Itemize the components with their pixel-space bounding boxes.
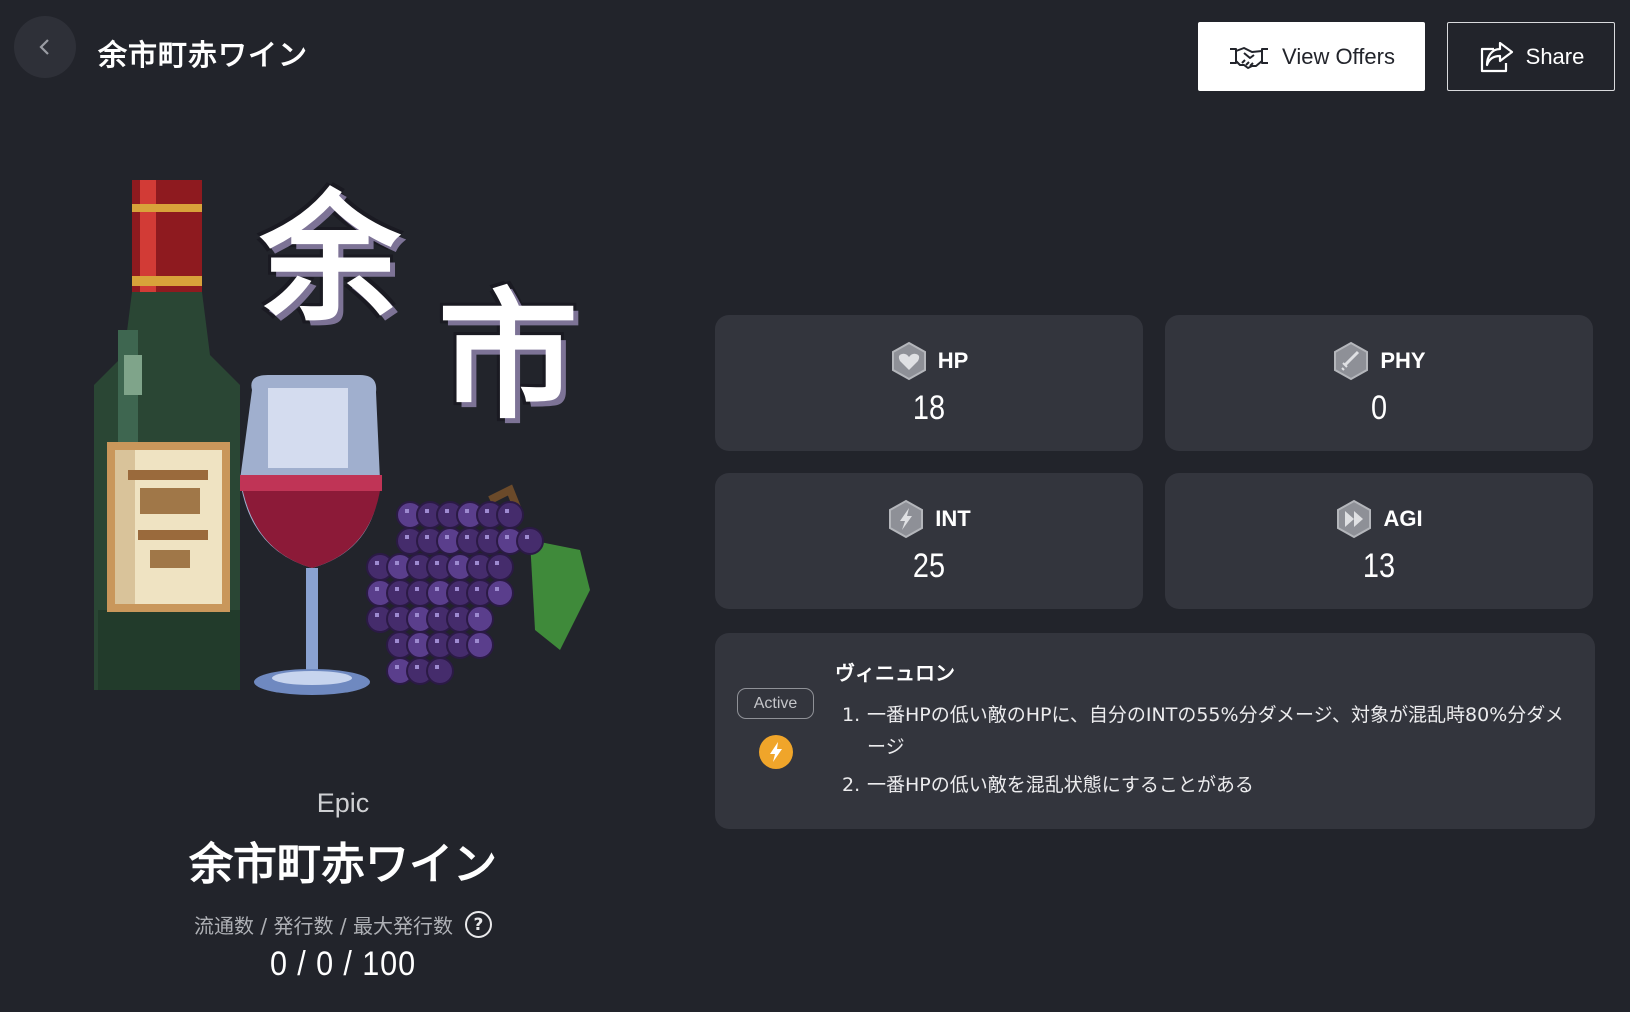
grape-highlight (435, 639, 439, 643)
grape-highlight (415, 665, 419, 669)
grape-highlight (505, 535, 509, 539)
skill-effect-number: 2. (842, 774, 861, 796)
grape-highlight (425, 509, 429, 513)
grape-highlight (435, 561, 439, 565)
skill-effect-number: 1. (842, 704, 861, 726)
art-title-char-1: 余 (260, 178, 401, 341)
grape-highlight (425, 535, 429, 539)
grape (516, 527, 544, 555)
grape-highlight (395, 665, 399, 669)
share-button[interactable]: Share (1447, 22, 1615, 91)
lightning-icon (759, 735, 793, 769)
stat-value: 18 (912, 389, 946, 427)
grape-highlight (405, 509, 409, 513)
back-button[interactable] (14, 16, 76, 78)
grape-highlight (415, 587, 419, 591)
skill-effect-list: 1. 一番HPの低い敵のHPに、自分のINTの55%分ダメージ、対象が混乱時80… (842, 699, 1572, 801)
grape (426, 657, 454, 685)
grape-highlight (435, 613, 439, 617)
stat-value: 0 (1370, 389, 1388, 427)
grape-highlight (475, 639, 479, 643)
handshake-icon (1230, 46, 1269, 69)
skill-effect-2: 2. 一番HPの低い敵を混乱状態にすることがある (842, 769, 1572, 801)
grape-highlight (415, 639, 419, 643)
grape-highlight (475, 613, 479, 617)
page-title: 余市町赤ワイン (98, 38, 309, 72)
view-offers-button[interactable]: View Offers (1198, 22, 1425, 91)
grape-highlight (395, 639, 399, 643)
grape-highlight (455, 639, 459, 643)
grape (486, 553, 514, 581)
grape-highlight (435, 587, 439, 591)
supply-label-row: 流通数 / 発行数 / 最大発行数 ? (0, 910, 686, 939)
grape-highlight (445, 535, 449, 539)
stat-card-int: INT 25 (715, 473, 1143, 609)
grape-highlight (495, 587, 499, 591)
grape-highlight (505, 509, 509, 513)
chevron-left-icon (39, 39, 49, 55)
rarity-label: Epic (316, 788, 370, 818)
stat-card-hp: HP 18 (715, 315, 1143, 451)
heart-hex-icon (891, 341, 926, 381)
grape (466, 631, 494, 659)
grape-highlight (415, 613, 419, 617)
grape-highlight (485, 509, 489, 513)
grape-highlight (495, 561, 499, 565)
sword-hex-icon (1334, 341, 1369, 381)
item-artwork: 余 市 (80, 170, 640, 740)
grape-highlight (475, 587, 479, 591)
skill-name: ヴィニュロン (835, 661, 955, 685)
grape-highlight (455, 587, 459, 591)
stat-header: INT (715, 499, 1143, 539)
stat-name: HP (937, 348, 969, 373)
stat-header: HP (715, 341, 1143, 381)
stat-header: AGI (1165, 499, 1593, 539)
lightning-hex-icon (889, 499, 924, 539)
art-title-char-2: 市 (438, 276, 579, 439)
help-icon[interactable]: ? (464, 911, 492, 938)
stat-card-agi: AGI 13 (1165, 473, 1593, 609)
view-offers-label: View Offers (1282, 43, 1395, 69)
grape-highlight (445, 509, 449, 513)
stat-header: PHY (1165, 341, 1593, 381)
active-badge: Active (737, 688, 814, 719)
supply-label: 流通数 / 発行数 / 最大発行数 (194, 914, 453, 938)
grape-highlight (375, 613, 379, 617)
skill-effect-1: 1. 一番HPの低い敵のHPに、自分のINTの55%分ダメージ、対象が混乱時80… (842, 699, 1572, 763)
grape (496, 501, 524, 529)
skill-card: Active ヴィニュロン 1. 一番HPの低い敵のHPに、自分のINTの55%… (715, 633, 1595, 829)
grape-highlight (395, 613, 399, 617)
skill-effect-text: 一番HPの低い敵のHPに、自分のINTの55%分ダメージ、対象が混乱時80%分ダ… (867, 704, 1564, 758)
grape-highlight (455, 561, 459, 565)
skill-effect-text: 一番HPの低い敵を混乱状態にすることがある (867, 774, 1254, 796)
supply-value: 0 / 0 / 100 (269, 945, 416, 983)
grape-highlight (395, 587, 399, 591)
grape-highlight (475, 561, 479, 565)
stat-value: 13 (1362, 547, 1396, 585)
stat-name: AGI (1383, 506, 1423, 531)
item-name: 余市町赤ワイン (189, 839, 497, 890)
grape (466, 605, 494, 633)
grape-highlight (415, 561, 419, 565)
grape-highlight (525, 535, 529, 539)
share-label: Share (1525, 43, 1585, 69)
share-icon (1480, 41, 1513, 72)
stat-name: INT (935, 506, 971, 531)
stat-value: 25 (912, 547, 946, 585)
grape-highlight (465, 509, 469, 513)
grape-highlight (455, 613, 459, 617)
grape (486, 579, 514, 607)
grape-highlight (375, 587, 379, 591)
grape-highlight (375, 561, 379, 565)
stat-name: PHY (1380, 348, 1426, 373)
grape-highlight (435, 665, 439, 669)
stat-card-phy: PHY 0 (1165, 315, 1593, 451)
grape-highlight (395, 561, 399, 565)
grape-highlight (485, 535, 489, 539)
fast-forward-hex-icon (1337, 499, 1372, 539)
grape-highlight (465, 535, 469, 539)
grape-highlight (405, 535, 409, 539)
